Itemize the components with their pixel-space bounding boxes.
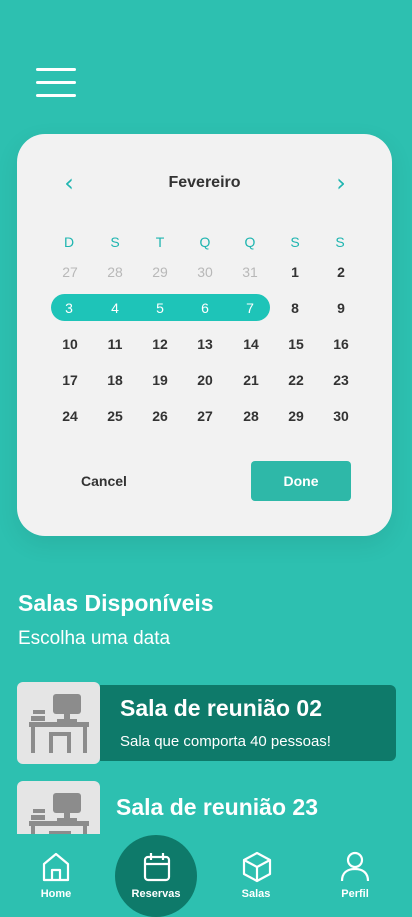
- chevron-right-icon[interactable]: ›: [329, 171, 353, 196]
- menu-bar: [36, 68, 76, 71]
- section-subtitle: Escolha uma data: [18, 628, 171, 649]
- weekday-label: S: [335, 234, 345, 250]
- calendar-day[interactable]: 27: [185, 404, 225, 428]
- calendar-icon: [143, 853, 171, 882]
- desk-icon: [29, 793, 89, 834]
- weekday-label: T: [155, 234, 165, 250]
- cancel-button[interactable]: Cancel: [65, 461, 143, 501]
- nav-label: Perfil: [341, 888, 369, 900]
- calendar-day[interactable]: 24: [50, 404, 90, 428]
- calendar-day[interactable]: 25: [95, 404, 135, 428]
- room-description: Sala que comporta 40 pessoas!: [120, 733, 331, 750]
- room-card[interactable]: Sala de reunião 23: [17, 781, 397, 834]
- room-thumbnail: [17, 682, 100, 764]
- calendar-day[interactable]: 10: [50, 332, 90, 356]
- calendar-day-selected[interactable]: 3: [49, 296, 89, 320]
- calendar-day[interactable]: 21: [231, 368, 271, 392]
- calendar-day-selected[interactable]: 7: [230, 296, 270, 320]
- calendar-day[interactable]: 26: [140, 404, 180, 428]
- calendar-day[interactable]: 13: [185, 332, 225, 356]
- calendar-week: 17 18 19 20 21 22 23: [47, 368, 363, 392]
- calendar-week: 3 4 5 6 7 8 9: [47, 296, 363, 320]
- calendar-day[interactable]: 9: [321, 296, 361, 320]
- room-card[interactable]: Sala de reunião 02 Sala que comporta 40 …: [17, 682, 397, 764]
- calendar-day-selected[interactable]: 5: [140, 296, 180, 320]
- calendar-day-selected[interactable]: 6: [185, 296, 225, 320]
- calendar-day[interactable]: 2: [321, 260, 361, 284]
- calendar-week: 10 11 12 13 14 15 16: [47, 332, 363, 356]
- calendar-day[interactable]: 30: [321, 404, 361, 428]
- calendar-card: ‹ Fevereiro › D S T Q Q S S 27 28 29 30 …: [17, 134, 392, 536]
- room-thumbnail: [17, 781, 100, 834]
- calendar-day[interactable]: 30: [185, 260, 225, 284]
- calendar-day[interactable]: 15: [276, 332, 316, 356]
- room-name: Sala de reunião 23: [116, 794, 318, 820]
- calendar-day[interactable]: 28: [231, 404, 271, 428]
- calendar-header: ‹ Fevereiro ›: [17, 171, 392, 196]
- calendar-day[interactable]: 28: [95, 260, 135, 284]
- nav-label: Home: [40, 888, 72, 900]
- user-icon: [340, 851, 370, 882]
- room-name: Sala de reunião 02: [120, 695, 322, 721]
- weekday-label: Q: [244, 234, 256, 250]
- weekday-row: D S T Q Q S S: [47, 230, 363, 254]
- calendar-day[interactable]: 29: [140, 260, 180, 284]
- weekday-label: S: [290, 234, 300, 250]
- nav-item-salas[interactable]: Salas: [215, 834, 297, 917]
- nav-item-home[interactable]: Home: [15, 834, 97, 917]
- calendar-day[interactable]: 16: [321, 332, 361, 356]
- calendar-day[interactable]: 14: [231, 332, 271, 356]
- done-button[interactable]: Done: [251, 461, 351, 501]
- calendar-day[interactable]: 20: [185, 368, 225, 392]
- weekday-label: S: [110, 234, 120, 250]
- weekday-label: Q: [199, 234, 211, 250]
- calendar-day[interactable]: 22: [276, 368, 316, 392]
- menu-icon[interactable]: [36, 68, 76, 98]
- calendar-week: 24 25 26 27 28 29 30: [47, 404, 363, 428]
- nav-label: Reservas: [131, 888, 181, 900]
- nav-item-perfil[interactable]: Perfil: [314, 834, 396, 917]
- section-title: Salas Disponíveis: [18, 590, 214, 616]
- calendar-day-selected[interactable]: 4: [95, 296, 135, 320]
- home-icon: [42, 852, 70, 882]
- calendar-day[interactable]: 23: [321, 368, 361, 392]
- calendar-day[interactable]: 31: [230, 260, 270, 284]
- calendar-day[interactable]: 1: [275, 260, 315, 284]
- room-info[interactable]: Sala de reunião 23: [100, 784, 396, 834]
- calendar-day[interactable]: 29: [276, 404, 316, 428]
- nav-item-reservas[interactable]: Reservas: [115, 834, 197, 917]
- calendar-day[interactable]: 8: [275, 296, 315, 320]
- calendar-day[interactable]: 17: [50, 368, 90, 392]
- menu-bar: [36, 94, 76, 97]
- calendar-day[interactable]: 12: [140, 332, 180, 356]
- nav-label: Salas: [241, 888, 271, 900]
- calendar-day[interactable]: 18: [95, 368, 135, 392]
- calendar-day[interactable]: 19: [140, 368, 180, 392]
- calendar-actions: Cancel Done: [17, 461, 392, 501]
- weekday-label: D: [63, 234, 75, 250]
- calendar-week: 27 28 29 30 31 1 2: [47, 260, 363, 284]
- calendar-day[interactable]: 11: [95, 332, 135, 356]
- calendar-day[interactable]: 27: [50, 260, 90, 284]
- desk-icon: [29, 694, 89, 753]
- room-info[interactable]: Sala de reunião 02 Sala que comporta 40 …: [100, 685, 396, 761]
- menu-bar: [36, 81, 76, 84]
- cube-icon: [242, 851, 272, 883]
